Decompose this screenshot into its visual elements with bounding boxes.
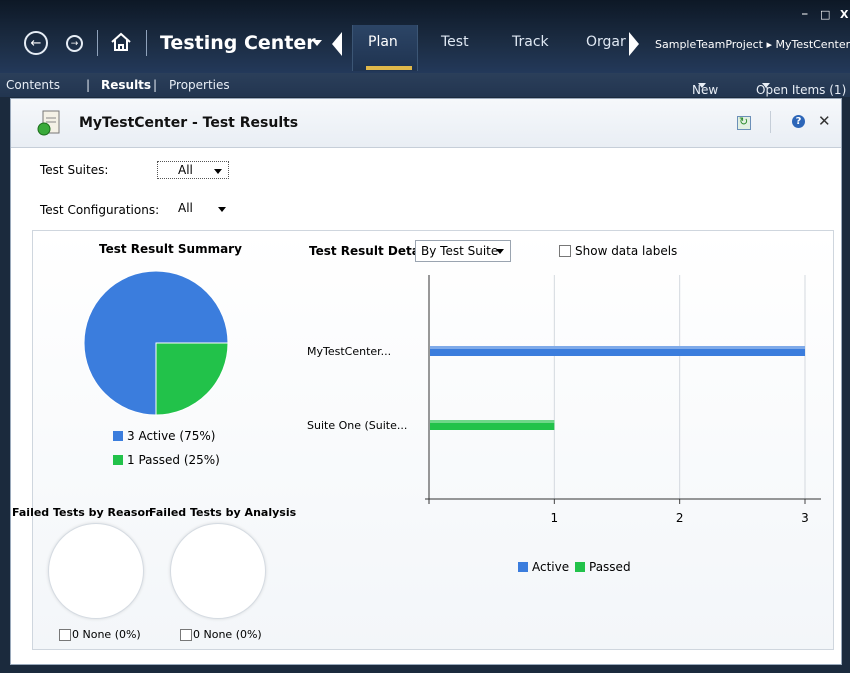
tabs-scroll-left-icon[interactable] [332, 32, 342, 56]
arrow-left-icon: ← [30, 35, 42, 51]
title-separator [146, 30, 147, 56]
title-bar: ← → Testing Center Plan Test Track Orgar… [0, 0, 850, 73]
active-swatch [113, 431, 123, 441]
project-breadcrumb[interactable]: SampleTeamProject ▸ MyTestCenter [655, 38, 850, 51]
chevron-down-icon [218, 207, 226, 212]
charts-area: Test Result Summary 3 Active (75%) 1 Pas… [12, 230, 834, 650]
back-button[interactable]: ← [24, 31, 48, 55]
app-title: Testing Center [160, 32, 316, 54]
failed-by-analysis-title: Failed Tests by Analysis [149, 506, 297, 519]
test-results-icon [37, 110, 60, 136]
group-by-value: By Test Suite [421, 244, 499, 258]
pie-slice-passed [155, 342, 229, 416]
passed-swatch [113, 455, 123, 465]
close-icon: ✕ [818, 112, 831, 130]
show-data-labels-checkbox[interactable] [559, 245, 571, 257]
tab-plan[interactable]: Plan [368, 34, 398, 50]
chevron-down-icon [698, 83, 706, 88]
home-button[interactable] [108, 30, 134, 54]
app-title-dropdown-icon[interactable] [312, 40, 322, 46]
refresh-icon: ↻ [739, 115, 749, 128]
panel-header: MyTestCenter - Test Results ↻ ? ✕ [11, 99, 841, 148]
home-icon [111, 32, 131, 51]
summary-title: Test Result Summary [99, 242, 242, 256]
group-by-dropdown[interactable]: By Test Suite [415, 240, 511, 262]
title-separator [97, 30, 98, 56]
tab-test[interactable]: Test [441, 34, 469, 50]
sub-navigation: Contents | Results | Properties New Open… [0, 73, 850, 97]
failed-by-reason-pie [48, 523, 144, 619]
x-tick-label: 1 [551, 511, 559, 525]
panel-title: MyTestCenter - Test Results [79, 115, 299, 131]
failed-by-analysis-legend-label: 0 None (0%) [193, 628, 262, 641]
bar-highlight [430, 420, 555, 423]
refresh-button[interactable]: ↻ [737, 115, 751, 130]
show-data-labels-label: Show data labels [575, 244, 678, 258]
test-suites-value: All [178, 163, 193, 177]
summary-pie-chart [83, 270, 229, 416]
close-window-button[interactable]: X [840, 8, 848, 21]
nav-results[interactable]: Results [101, 78, 151, 92]
test-configurations-label: Test Configurations: [40, 203, 160, 217]
test-results-panel: MyTestCenter - Test Results ↻ ? ✕ Test S… [10, 98, 842, 665]
nav-properties[interactable]: Properties [169, 78, 230, 92]
failed-by-reason-legend-label: 0 None (0%) [72, 628, 141, 641]
tab-plan-indicator [366, 66, 412, 70]
nav-contents[interactable]: Contents [6, 78, 60, 92]
chevron-down-icon [214, 169, 222, 174]
details-active-legend-label: Active [532, 560, 570, 574]
y-category-label: Suite One (Suite... [307, 419, 407, 432]
forward-button[interactable]: → [66, 35, 83, 52]
test-configurations-value: All [178, 201, 193, 215]
close-panel-button[interactable]: ✕ [818, 112, 831, 130]
details-passed-legend-label: Passed [589, 560, 631, 574]
arrow-right-icon: → [70, 38, 79, 49]
active-legend-label: 3 Active (75%) [127, 429, 216, 443]
none-swatch [59, 629, 71, 641]
test-suites-dropdown[interactable]: All All [157, 161, 229, 179]
tab-organize[interactable]: Orgar [586, 34, 626, 50]
y-category-label: MyTestCenter... [307, 345, 391, 358]
chevron-down-icon [762, 83, 770, 88]
test-suites-label: Test Suites: [40, 163, 109, 177]
help-button[interactable]: ? [792, 115, 805, 128]
passed-legend-label: 1 Passed (25%) [127, 453, 220, 467]
failed-by-analysis-pie [170, 523, 266, 619]
help-icon: ? [795, 116, 802, 127]
header-separator [770, 111, 771, 133]
passed-swatch [575, 562, 585, 572]
bar-highlight [430, 346, 805, 349]
nav-separator: | [86, 78, 91, 92]
tabs-scroll-right-icon[interactable] [629, 32, 639, 56]
failed-by-reason-title: Failed Tests by Reason [12, 506, 153, 519]
tab-track[interactable]: Track [512, 34, 549, 50]
chevron-down-icon [496, 249, 504, 254]
nav-separator: | [153, 78, 158, 92]
x-tick-label: 2 [676, 511, 684, 525]
active-swatch [518, 562, 528, 572]
none-swatch [180, 629, 192, 641]
test-configurations-dropdown[interactable]: All [178, 201, 228, 217]
minimize-button[interactable]: _ [802, 2, 808, 15]
x-tick-label: 3 [801, 511, 809, 525]
maximize-button[interactable]: □ [820, 8, 830, 21]
details-bar-chart: 1 2 3 MyTestCenter... Suite One (Suite... [307, 275, 821, 525]
